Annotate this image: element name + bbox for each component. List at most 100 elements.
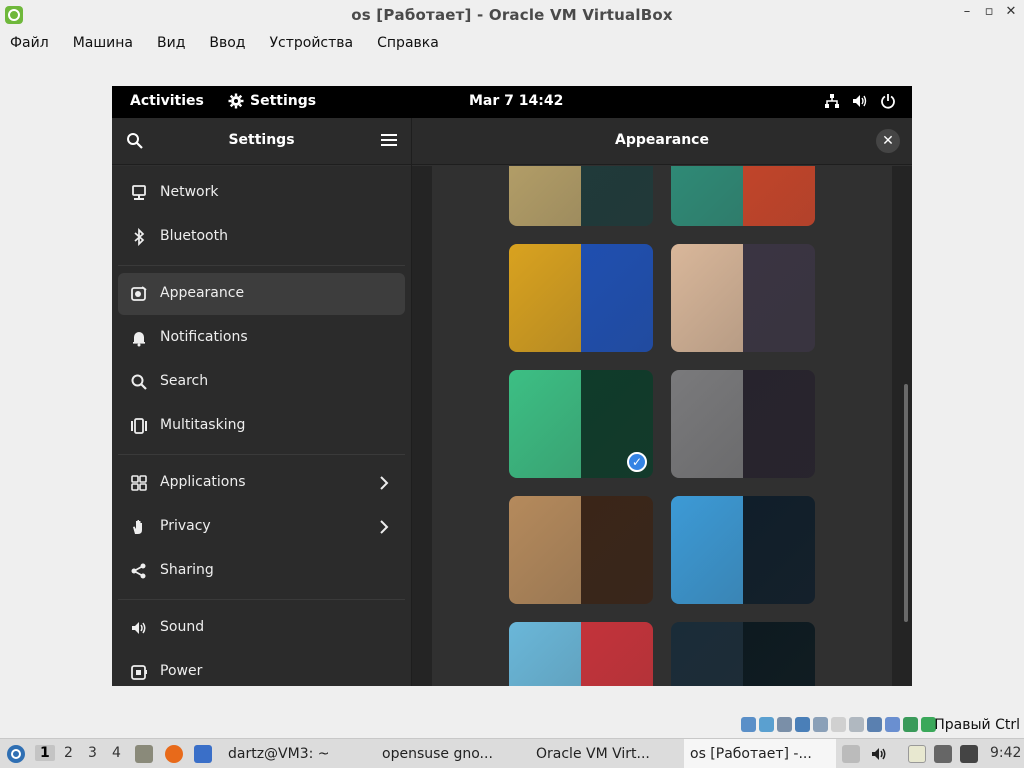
tray-clipboard[interactable] xyxy=(908,739,931,768)
task-label: dartz@VM3: ~ xyxy=(228,746,330,762)
content-title: Appearance xyxy=(615,132,709,148)
task-label: os [Работает] -... xyxy=(690,746,812,762)
sidebar-item-privacy[interactable]: Privacy xyxy=(118,506,405,548)
workspace-2[interactable]: 2 xyxy=(64,745,73,761)
sidebar-item-appearance[interactable]: Appearance xyxy=(118,273,405,315)
shared-folder-icon[interactable] xyxy=(831,717,846,732)
close-window-button[interactable]: ✕ xyxy=(1004,4,1018,19)
file-manager-launcher[interactable] xyxy=(135,739,158,768)
menu-devices[interactable]: Устройства xyxy=(270,35,364,51)
checkmark-icon: ✓ xyxy=(627,452,647,472)
maximize-button[interactable]: ▫ xyxy=(982,4,996,19)
wallpaper-light-variant xyxy=(671,370,743,478)
clock[interactable]: Mar 7 14:42 xyxy=(469,93,563,109)
sidebar-item-sharing[interactable]: Sharing xyxy=(118,550,405,592)
network-wired-icon xyxy=(825,94,839,108)
wallpaper-thumbnail[interactable] xyxy=(671,496,815,604)
file-manager-icon xyxy=(135,745,153,763)
firefox-launcher[interactable] xyxy=(165,739,188,768)
window-title: os [Работает] - Oracle VM VirtualBox xyxy=(351,6,673,24)
wallpaper-thumbnail[interactable] xyxy=(509,496,653,604)
wallpaper-thumbnail[interactable] xyxy=(671,622,815,686)
sidebar-item-network[interactable]: Network xyxy=(118,172,405,214)
wallpaper-thumbnail[interactable] xyxy=(671,244,815,352)
power-icon xyxy=(131,665,147,680)
menu-file[interactable]: Файл xyxy=(10,35,59,51)
cpu-icon[interactable] xyxy=(903,717,918,732)
wallpaper-light-variant xyxy=(671,244,743,352)
battery-icon xyxy=(960,745,978,763)
tray-power[interactable] xyxy=(960,739,983,768)
workspace-1[interactable]: 1 xyxy=(35,745,55,761)
app-name: Settings xyxy=(250,93,317,109)
system-menu[interactable] xyxy=(824,93,896,109)
scrollbar[interactable] xyxy=(904,384,908,622)
wallpaper-thumbnail[interactable] xyxy=(671,166,815,226)
wallpaper-thumbnail[interactable] xyxy=(509,166,653,226)
sidebar-item-notifications[interactable]: Notifications xyxy=(118,317,405,359)
vbox-app-icon[interactable] xyxy=(4,5,24,25)
wallpaper-thumbnail[interactable] xyxy=(509,244,653,352)
clipboard-icon xyxy=(908,745,926,763)
sidebar-item-power[interactable]: Power xyxy=(118,651,405,686)
tray-volume[interactable] xyxy=(870,739,888,768)
network-adapter-icon[interactable] xyxy=(795,717,810,732)
appearance-content: ✓ xyxy=(412,166,912,686)
workspace-4[interactable]: 4 xyxy=(112,745,121,761)
sidebar-item-sound[interactable]: Sound xyxy=(118,607,405,649)
sidebar-item-multitasking[interactable]: Multitasking xyxy=(118,405,405,447)
chevron-right-icon xyxy=(380,520,389,534)
wallpaper-light-variant xyxy=(509,622,581,686)
gear-icon xyxy=(228,93,244,109)
wallpaper-thumbnail[interactable] xyxy=(671,370,815,478)
hamburger-menu-icon[interactable] xyxy=(381,133,397,147)
usb-icon[interactable] xyxy=(813,717,828,732)
app-launcher-icon xyxy=(7,745,25,763)
task-firefox[interactable]: opensuse gno... xyxy=(376,739,528,768)
workspace-3[interactable]: 3 xyxy=(88,745,97,761)
sidebar-item-label: Sharing xyxy=(160,562,214,578)
start-menu-button[interactable] xyxy=(6,739,26,768)
network-icon xyxy=(132,185,146,200)
menu-machine[interactable]: Машина xyxy=(73,35,143,51)
recording-icon[interactable] xyxy=(867,717,882,732)
wallpaper-light-variant xyxy=(509,370,581,478)
vbox-menubar: Файл Машина Вид Ввод Устройства Справка xyxy=(0,30,1024,56)
hand-icon xyxy=(133,520,142,534)
sidebar-item-search[interactable]: Search xyxy=(118,361,405,403)
minimize-button[interactable]: – xyxy=(960,4,974,19)
firefox-icon xyxy=(165,745,183,763)
host-key-label[interactable]: Правый Ctrl xyxy=(934,717,1020,733)
sidebar-item-bluetooth[interactable]: Bluetooth xyxy=(118,216,405,258)
optical-drive-icon[interactable] xyxy=(759,717,774,732)
audio-icon[interactable] xyxy=(777,717,792,732)
settings-window: Settings Appearance ✕ Network Bluetooth … xyxy=(112,118,912,686)
gnome-topbar: Activities Settings Mar 7 14:42 xyxy=(112,86,912,118)
menu-help[interactable]: Справка xyxy=(377,35,449,51)
desktop-launcher[interactable] xyxy=(194,739,217,768)
task-virtualbox-manager[interactable]: Oracle VM Virt... xyxy=(530,739,682,768)
task-vm-window[interactable]: os [Работает] -... xyxy=(684,739,836,768)
tray-scroll[interactable] xyxy=(842,739,865,768)
network-icon xyxy=(934,745,952,763)
wallpaper-grid-card xyxy=(432,166,892,686)
chevron-right-icon xyxy=(380,476,389,490)
close-button[interactable]: ✕ xyxy=(876,129,900,153)
wallpaper-light-variant xyxy=(671,622,743,686)
wallpaper-dark-variant xyxy=(743,622,815,686)
tray-clock[interactable]: 9:42 xyxy=(990,745,1021,761)
sidebar-item-applications[interactable]: Applications xyxy=(118,462,405,504)
wallpaper-thumbnail[interactable] xyxy=(509,622,653,686)
wallpaper-thumbnail[interactable]: ✓ xyxy=(509,370,653,478)
wallpaper-dark-variant xyxy=(581,244,653,352)
tray-network[interactable] xyxy=(934,739,957,768)
hdd-icon[interactable] xyxy=(741,717,756,732)
sidebar-item-label: Network xyxy=(160,184,219,200)
app-menu[interactable]: Settings xyxy=(228,93,316,109)
task-terminal[interactable]: dartz@VM3: ~ xyxy=(222,739,374,768)
menu-input[interactable]: Ввод xyxy=(209,35,255,51)
virtualization-icon[interactable] xyxy=(885,717,900,732)
display-icon[interactable] xyxy=(849,717,864,732)
menu-view[interactable]: Вид xyxy=(157,35,195,51)
activities-button[interactable]: Activities xyxy=(130,93,204,109)
